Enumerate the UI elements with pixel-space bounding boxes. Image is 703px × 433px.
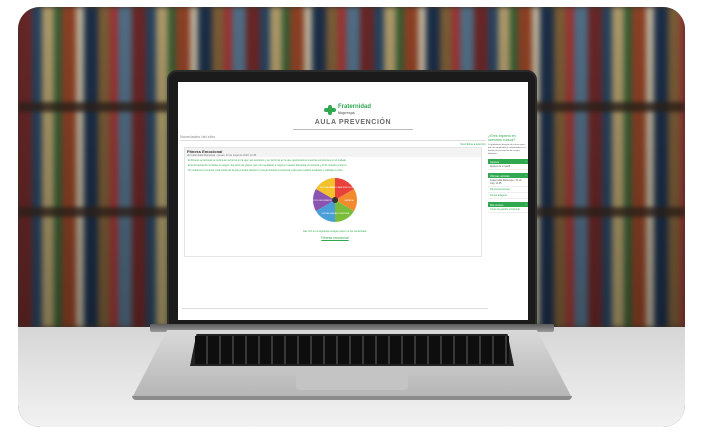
image-caption: Haz clic en la siguiente imagen para ir …: [302, 230, 367, 233]
collapse-icon[interactable]: −: [525, 159, 527, 163]
wheel-label: SOCIALIZAR: [321, 212, 334, 215]
post-paragraph: El entrenamiento consiste en seguir una …: [188, 164, 348, 167]
main-content: Novedades del sitio Suscribirse a este f…: [180, 134, 488, 309]
logo-text: Fraternidad Muprespa: [338, 104, 372, 115]
brand-logo[interactable]: Fraternidad Muprespa: [324, 104, 371, 116]
wheel-label: AUTOCONOCIMIENTO: [312, 199, 333, 202]
photo-stage: Fraternidad Muprespa AULA PREVENCIÓN Nov…: [0, 0, 703, 433]
fitness-link[interactable]: Fitness emocional: [245, 236, 425, 240]
fitness-wheel-image[interactable]: GESTIONAR EMOCIONES EMPATIA AUTOESTIMA S…: [311, 176, 359, 224]
laptop-screen: Fraternidad Muprespa AULA PREVENCIÓN Nov…: [178, 82, 528, 320]
subscribe-link[interactable]: Suscribirse a este foro: [460, 143, 486, 146]
wheel-hub: [332, 197, 338, 203]
keyboard-keys: [195, 336, 509, 364]
forum-heading: Novedades del sitio: [180, 134, 486, 141]
block-header-settings: Ajustes −: [488, 158, 528, 164]
logo-mark-icon: [324, 105, 336, 115]
site-header: Fraternidad Muprespa AULA PREVENCIÓN: [178, 82, 528, 130]
content-divider: [182, 308, 488, 309]
collapse-icon[interactable]: −: [525, 202, 527, 206]
list-item: Fraternidad Muprespa - 31 de may, 11:35: [488, 178, 528, 187]
post-header: Fitness Emocional de Fraternidad Mupresp…: [185, 148, 481, 157]
wheel-label: AUTOESTIMA: [335, 212, 350, 215]
promo-body: La plataforma dispone de cursos para que…: [488, 144, 526, 155]
list-item[interactable]: Curso de gestión emocional: [488, 207, 528, 213]
promo-title[interactable]: ¿Eres experto en nuestros cursos?: [488, 134, 528, 142]
post-paragraph: Te invitamos a conocer esta rueda de la …: [188, 169, 344, 172]
wheel-label: MOTIVACIÓN: [320, 186, 334, 189]
block-header-courses: Mis cursos −: [488, 201, 528, 207]
wheel-label: EMPATIA: [344, 199, 354, 202]
list-item[interactable]: Temas antiguos...: [488, 193, 528, 199]
title-divider: [293, 129, 413, 130]
post-paragraph: El Fitness emocional se centra en la for…: [188, 159, 347, 162]
collapse-icon[interactable]: −: [525, 173, 527, 177]
page-title: AULA PREVENCIÓN: [314, 119, 392, 126]
trackpad: [296, 368, 408, 390]
post-meta: de Fraternidad Muprespa - jueves, 31 de …: [187, 154, 257, 157]
forum-post: Fitness Emocional de Fraternidad Mupresp…: [184, 147, 482, 257]
laptop-foot: [132, 396, 572, 400]
block-header-news: Últimas noticias −: [488, 172, 528, 178]
right-sidebar: ¿Eres experto en nuestros cursos? La pla…: [488, 134, 528, 284]
list-item[interactable]: Ajustes de mi perfil: [488, 164, 528, 170]
